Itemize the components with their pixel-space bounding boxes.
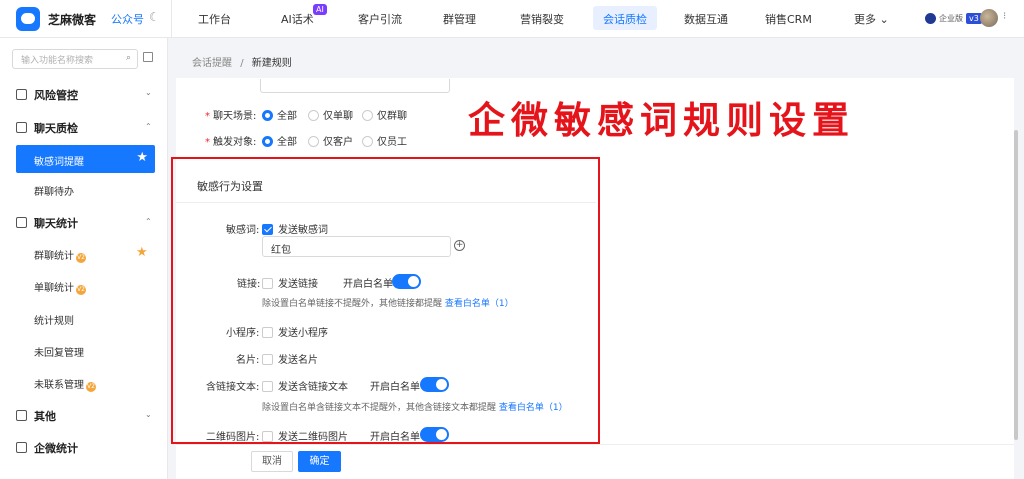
chat-scene-label: * 聊天场景: xyxy=(205,111,257,122)
chevron-up-icon[interactable]: ⌃ xyxy=(145,122,152,131)
linktext-hint: 除设置白名单含链接文本不提醒外，其他含链接文本都提醒 查看白名单（1） xyxy=(262,403,568,413)
nav-marketing[interactable]: 营销裂变 xyxy=(520,11,564,27)
sidebar-group-chat-stats[interactable]: 聊天统计 xyxy=(16,215,78,231)
radio-scene-group[interactable]: 仅群聊 xyxy=(362,107,407,122)
checkbox-qrcode[interactable]: 发送二维码图片 xyxy=(262,428,348,443)
checkbox-card[interactable]: 发送名片 xyxy=(262,351,318,366)
divider xyxy=(176,202,596,203)
cancel-button[interactable]: 取消 xyxy=(251,451,293,472)
sidebar-item-sensitive-words[interactable]: 敏感词提醒 ★ xyxy=(16,145,155,173)
sidebar-item-group-todo[interactable]: 群聊待办 xyxy=(34,183,74,198)
v2-badge: V2 xyxy=(76,285,86,295)
sidebar-item-group-stats[interactable]: 群聊统计 V2 xyxy=(34,247,86,263)
star-icon[interactable]: ★ xyxy=(136,150,148,165)
sidebar-group-wecom-stats[interactable]: 企微统计 xyxy=(16,440,78,456)
sidebar-item-uncontacted[interactable]: 未联系管理 V2 xyxy=(34,376,96,392)
ai-badge: AI xyxy=(313,4,327,15)
top-bar: 芝麻微客 公众号 ☾ 工作台 AI话术 AI 客户引流 群管理 营销裂变 会话质… xyxy=(0,0,1024,38)
nav-more[interactable]: 更多 ⌄ xyxy=(854,11,889,27)
chevron-down-icon[interactable]: ⌄ xyxy=(145,88,152,97)
collapse-menu-icon[interactable] xyxy=(143,52,153,62)
chevron-up-icon[interactable]: ⌃ xyxy=(145,217,152,226)
radio-trigger-staff[interactable]: 仅员工 xyxy=(362,133,407,148)
linktext-whitelist-toggle[interactable] xyxy=(420,377,449,392)
sidebar: 输入功能名称搜索 ⌕ 风险管控 ⌄ 聊天质检 ⌃ 敏感词提醒 ★ 群聊待办 聊天… xyxy=(0,38,168,479)
nav-workbench[interactable]: 工作台 xyxy=(198,11,231,27)
miniapp-label: 小程序: xyxy=(226,328,260,339)
user-menu-icon[interactable]: ⁝ xyxy=(1003,11,1006,22)
sidebar-group-chat-qc[interactable]: 聊天质检 xyxy=(16,120,78,136)
radio-scene-single[interactable]: 仅单聊 xyxy=(308,107,353,122)
search-icon: ⌕ xyxy=(125,53,131,63)
wecom-stats-icon xyxy=(16,442,27,453)
star-icon[interactable]: ★ xyxy=(136,245,148,260)
linktext-whitelist-label: 开启白名单 xyxy=(370,382,420,393)
card-label: 名片: xyxy=(236,355,260,366)
app-logo-icon[interactable] xyxy=(16,7,40,31)
radio-trigger-customer[interactable]: 仅客户 xyxy=(308,133,353,148)
checkbox-link[interactable]: 发送链接 xyxy=(262,275,318,290)
enterprise-icon xyxy=(925,12,936,24)
enterprise-badge: 企业版 v3 xyxy=(925,11,982,25)
nav-sales-crm[interactable]: 销售CRM xyxy=(765,11,812,27)
sidebar-item-stat-rules[interactable]: 统计规则 xyxy=(34,312,74,327)
view-linktext-whitelist[interactable]: 查看白名单（1） xyxy=(499,403,568,413)
chevron-down-icon[interactable]: ⌄ xyxy=(145,410,152,419)
nav-session-qc[interactable]: 会话质检 xyxy=(603,11,647,27)
sensitive-label: 敏感词: xyxy=(226,225,260,236)
confirm-button[interactable]: 确定 xyxy=(298,451,341,472)
nav-data-sync[interactable]: 数据互通 xyxy=(684,11,728,27)
qrcode-label: 二维码图片: xyxy=(206,432,260,443)
chat-stats-icon xyxy=(16,217,27,228)
nav-ai-script[interactable]: AI话术 xyxy=(281,11,314,27)
v2-badge: V2 xyxy=(86,382,96,392)
divider xyxy=(171,0,172,38)
checkbox-miniapp[interactable]: 发送小程序 xyxy=(262,324,328,339)
risk-icon xyxy=(16,89,27,100)
radio-trigger-all[interactable]: 全部 xyxy=(262,133,297,148)
linktext-label: 含链接文本: xyxy=(206,382,260,393)
radio-scene-all[interactable]: 全部 xyxy=(262,107,297,122)
link-whitelist-label: 开启白名单 xyxy=(343,279,393,290)
breadcrumb: 会话提醒 / 新建规则 xyxy=(192,58,292,69)
scrollbar[interactable] xyxy=(1014,130,1018,440)
qrcode-whitelist-label: 开启白名单 xyxy=(370,432,420,443)
nav-customer-traffic[interactable]: 客户引流 xyxy=(358,11,402,27)
section-title: 敏感行为设置 xyxy=(197,180,263,193)
breadcrumb-parent[interactable]: 会话提醒 xyxy=(192,58,232,69)
trigger-label: * 触发对象: xyxy=(205,137,257,148)
theme-toggle-icon[interactable]: ☾ xyxy=(149,10,160,24)
qrcode-whitelist-toggle[interactable] xyxy=(420,427,449,442)
v2-badge: V2 xyxy=(76,253,86,263)
overlay-title: 企微敏感词规则设置 xyxy=(468,98,855,142)
link-label: 链接: xyxy=(237,279,261,290)
chat-qc-icon xyxy=(16,122,27,133)
sidebar-item-unreplied[interactable]: 未回复管理 xyxy=(34,344,84,359)
brand-name: 芝麻微客 xyxy=(48,13,97,27)
sensitive-word-input[interactable]: 红包 xyxy=(262,236,451,257)
checkbox-linktext[interactable]: 发送含链接文本 xyxy=(262,378,348,393)
rule-name-input[interactable] xyxy=(260,79,450,93)
sidebar-group-other[interactable]: 其他 xyxy=(16,408,56,424)
link-hint: 除设置白名单链接不提醒外，其他链接都提醒 查看白名单（1） xyxy=(262,299,514,309)
add-word-icon[interactable]: + xyxy=(454,240,465,251)
view-link-whitelist[interactable]: 查看白名单（1） xyxy=(445,299,514,309)
other-icon xyxy=(16,410,27,421)
nav-group-manage[interactable]: 群管理 xyxy=(443,11,476,27)
avatar[interactable] xyxy=(980,9,998,27)
checkbox-sensitive[interactable]: 发送敏感词 xyxy=(262,221,328,236)
account-switch[interactable]: 公众号 xyxy=(111,11,144,27)
search-input[interactable]: 输入功能名称搜索 ⌕ xyxy=(12,49,138,69)
sidebar-group-risk[interactable]: 风险管控 xyxy=(16,87,78,103)
link-whitelist-toggle[interactable] xyxy=(392,274,421,289)
sidebar-item-single-stats[interactable]: 单聊统计 V2 xyxy=(34,279,86,295)
breadcrumb-current: 新建规则 xyxy=(251,58,292,69)
